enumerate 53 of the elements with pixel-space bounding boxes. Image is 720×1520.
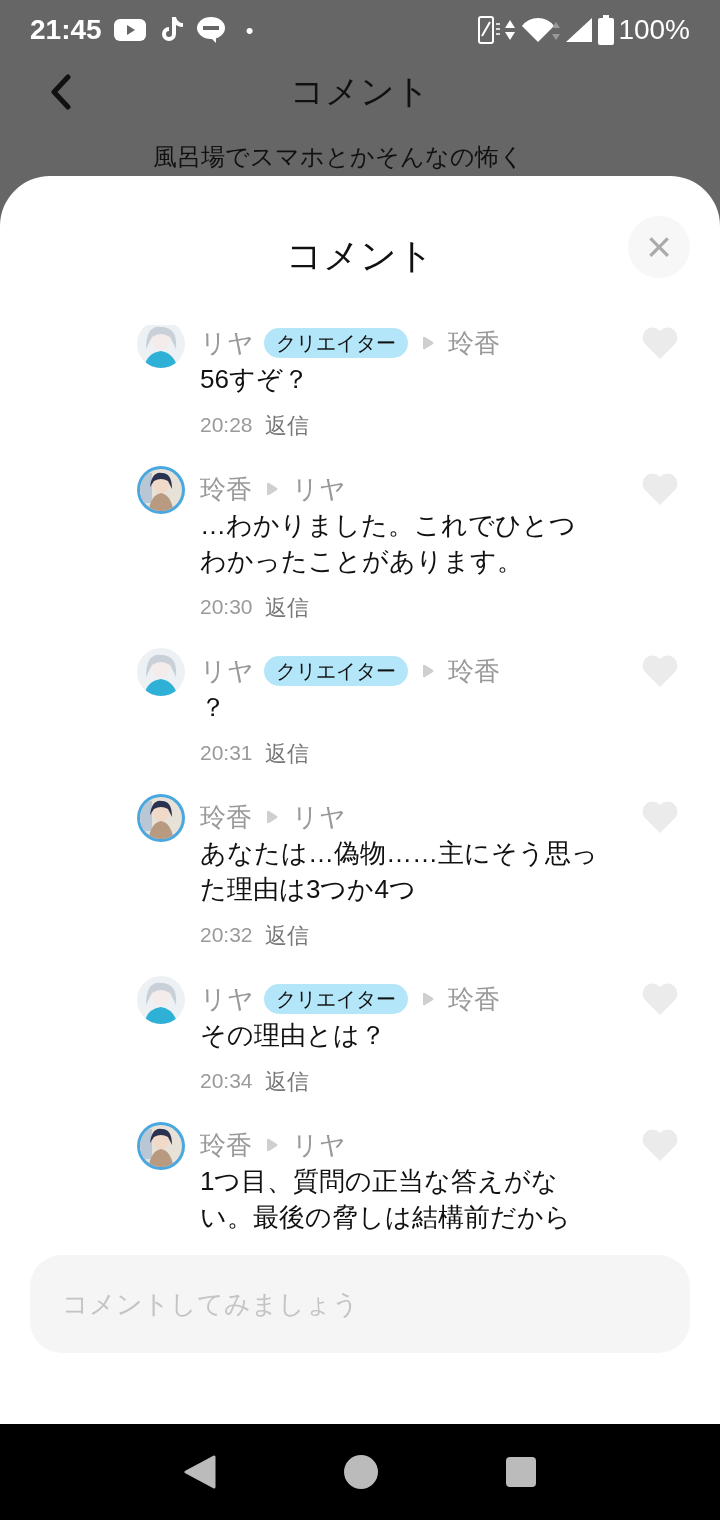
reply-arrow-icon (422, 336, 434, 350)
comment-text: 56すぞ？ (200, 363, 310, 396)
sheet-title: コメント (286, 234, 434, 278)
author-name: 玲香 (200, 800, 252, 834)
back-nav-icon (184, 1455, 216, 1489)
notification-dot: • (245, 16, 254, 45)
reply-link[interactable]: 返信 (264, 918, 309, 952)
wifi-icon (520, 16, 561, 44)
author-name: 玲香 (200, 1128, 252, 1162)
reply-target-name: リヤ (292, 472, 346, 506)
reply-target-name: リヤ (292, 800, 346, 834)
comment-text: その理由とは？ (200, 1019, 387, 1052)
back-icon (50, 74, 72, 110)
reply-link[interactable]: 返信 (264, 590, 309, 624)
play-icon (113, 18, 146, 42)
phone-vibrate-icon (478, 16, 501, 44)
signal-icon (564, 16, 595, 44)
reply-target-name: 玲香 (448, 982, 500, 1016)
comment-time: 20:31 (200, 740, 253, 767)
comment-text: ？ (200, 691, 227, 724)
comment-time: 20:34 (200, 1068, 253, 1095)
reply-arrow-icon (266, 810, 278, 824)
comment-text: 風呂場でスマホとかそんなの怖く (153, 142, 524, 172)
author-name: リヤ (200, 982, 254, 1016)
comment-time: 20:30 (200, 594, 253, 621)
comment-text: …わかりました。これでひとつわかったことがあります。 (200, 509, 577, 578)
reply-link[interactable]: 返信 (264, 408, 309, 442)
reply-target-name: 玲香 (448, 326, 500, 360)
battery-percent: 100% (618, 13, 690, 47)
creator-badge: クリエイター (264, 328, 408, 358)
chat-bubble-icon (195, 16, 226, 44)
home-nav-icon (344, 1455, 378, 1489)
comment-text: あなたは…偽物……主にそう思った理由は3つか4つ (200, 837, 599, 906)
reply-target-name: 玲香 (448, 654, 500, 688)
comment-time: 20:32 (200, 922, 253, 949)
author-name: リヤ (200, 654, 254, 688)
recents-nav-icon (506, 1457, 536, 1487)
creator-badge: クリエイター (264, 656, 408, 686)
reply-arrow-icon (266, 1138, 278, 1152)
comment-time: 20:28 (200, 412, 253, 439)
reply-link[interactable]: 返信 (264, 736, 309, 770)
author-name: リヤ (200, 326, 254, 360)
creator-badge: クリエイター (264, 984, 408, 1014)
reply-arrow-icon (422, 992, 434, 1006)
battery-icon (598, 15, 615, 45)
comment-text: 1つ目、質問の正当な答えがない。最後の脅しは結構前だから (200, 1165, 572, 1230)
reply-target-name: リヤ (292, 1128, 346, 1162)
reply-arrow-icon (266, 482, 278, 496)
page-title: コメント (290, 70, 430, 112)
clock: 21:45 (30, 13, 102, 47)
author-name: 玲香 (200, 472, 252, 506)
reply-link[interactable]: 返信 (264, 1064, 309, 1098)
reply-arrow-icon (422, 664, 434, 678)
